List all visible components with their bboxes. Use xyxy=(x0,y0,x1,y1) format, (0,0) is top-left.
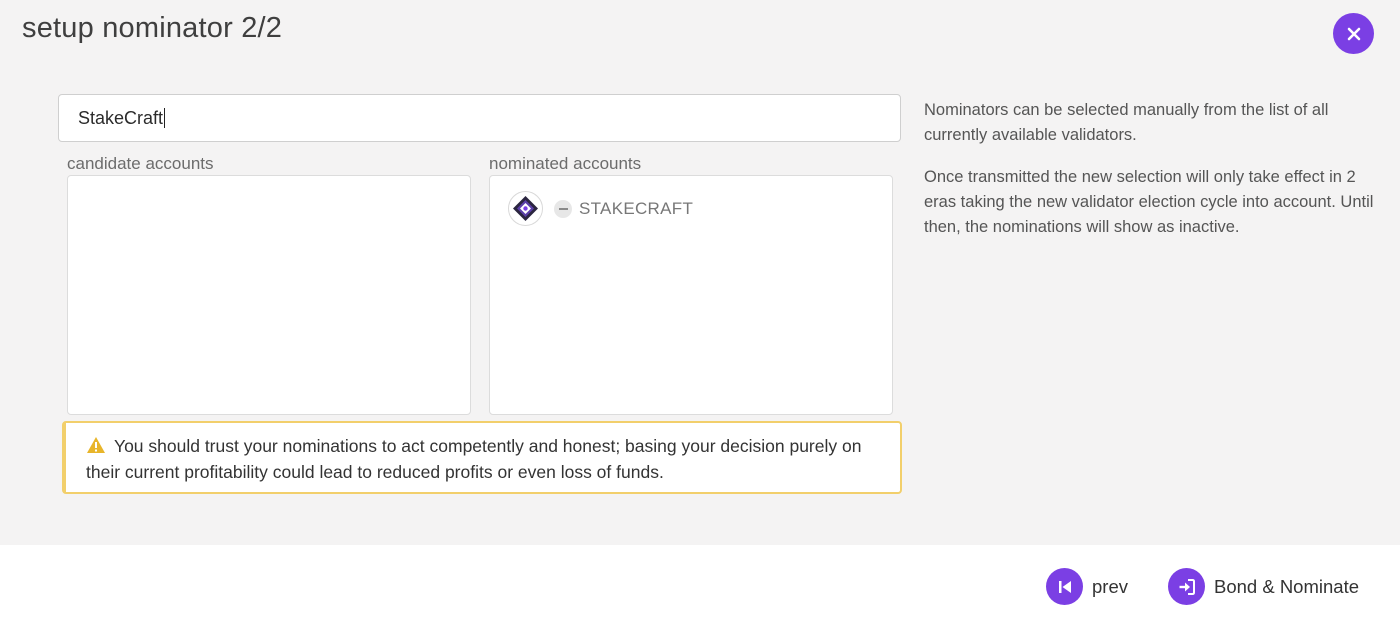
help-paragraph-1: Nominators can be selected manually from… xyxy=(924,101,1329,144)
help-paragraph-2: Once transmitted the new selection will … xyxy=(924,168,1374,236)
validator-search-input[interactable]: StakeCraft xyxy=(58,94,901,142)
modal-title: setup nominator 2/2 xyxy=(22,12,283,44)
warning-text: You should trust your nominations to act… xyxy=(86,436,862,482)
prev-button-label: prev xyxy=(1092,575,1128,597)
candidate-accounts-list[interactable] xyxy=(67,175,471,415)
bond-nominate-button-label: Bond & Nominate xyxy=(1214,575,1360,597)
warning-banner: You should trust your nominations to act… xyxy=(62,421,902,494)
nominated-account-item[interactable]: STAKECRAFT xyxy=(508,191,693,226)
warning-triangle-icon xyxy=(87,437,105,453)
close-button[interactable] xyxy=(1333,13,1374,54)
nominee-name: STAKECRAFT xyxy=(579,198,694,218)
close-icon xyxy=(1347,27,1360,40)
help-panel: Nominators can be selected manually from… xyxy=(924,98,1379,240)
nominated-accounts-list[interactable]: STAKECRAFT xyxy=(489,175,893,415)
nominated-accounts-label: nominated accounts xyxy=(489,154,642,173)
search-input-value: StakeCraft xyxy=(78,107,164,128)
bond-nominate-button[interactable]: Bond & Nominate xyxy=(1168,568,1359,605)
remove-nominee-icon[interactable] xyxy=(554,199,572,218)
step-backward-icon xyxy=(1046,568,1083,605)
text-caret xyxy=(164,108,166,128)
prev-button[interactable]: prev xyxy=(1046,568,1128,605)
sign-in-icon xyxy=(1168,568,1205,605)
modal-footer: prev Bond & Nominate xyxy=(0,545,1400,625)
candidate-accounts-label: candidate accounts xyxy=(67,154,214,173)
validator-identicon xyxy=(508,191,543,226)
